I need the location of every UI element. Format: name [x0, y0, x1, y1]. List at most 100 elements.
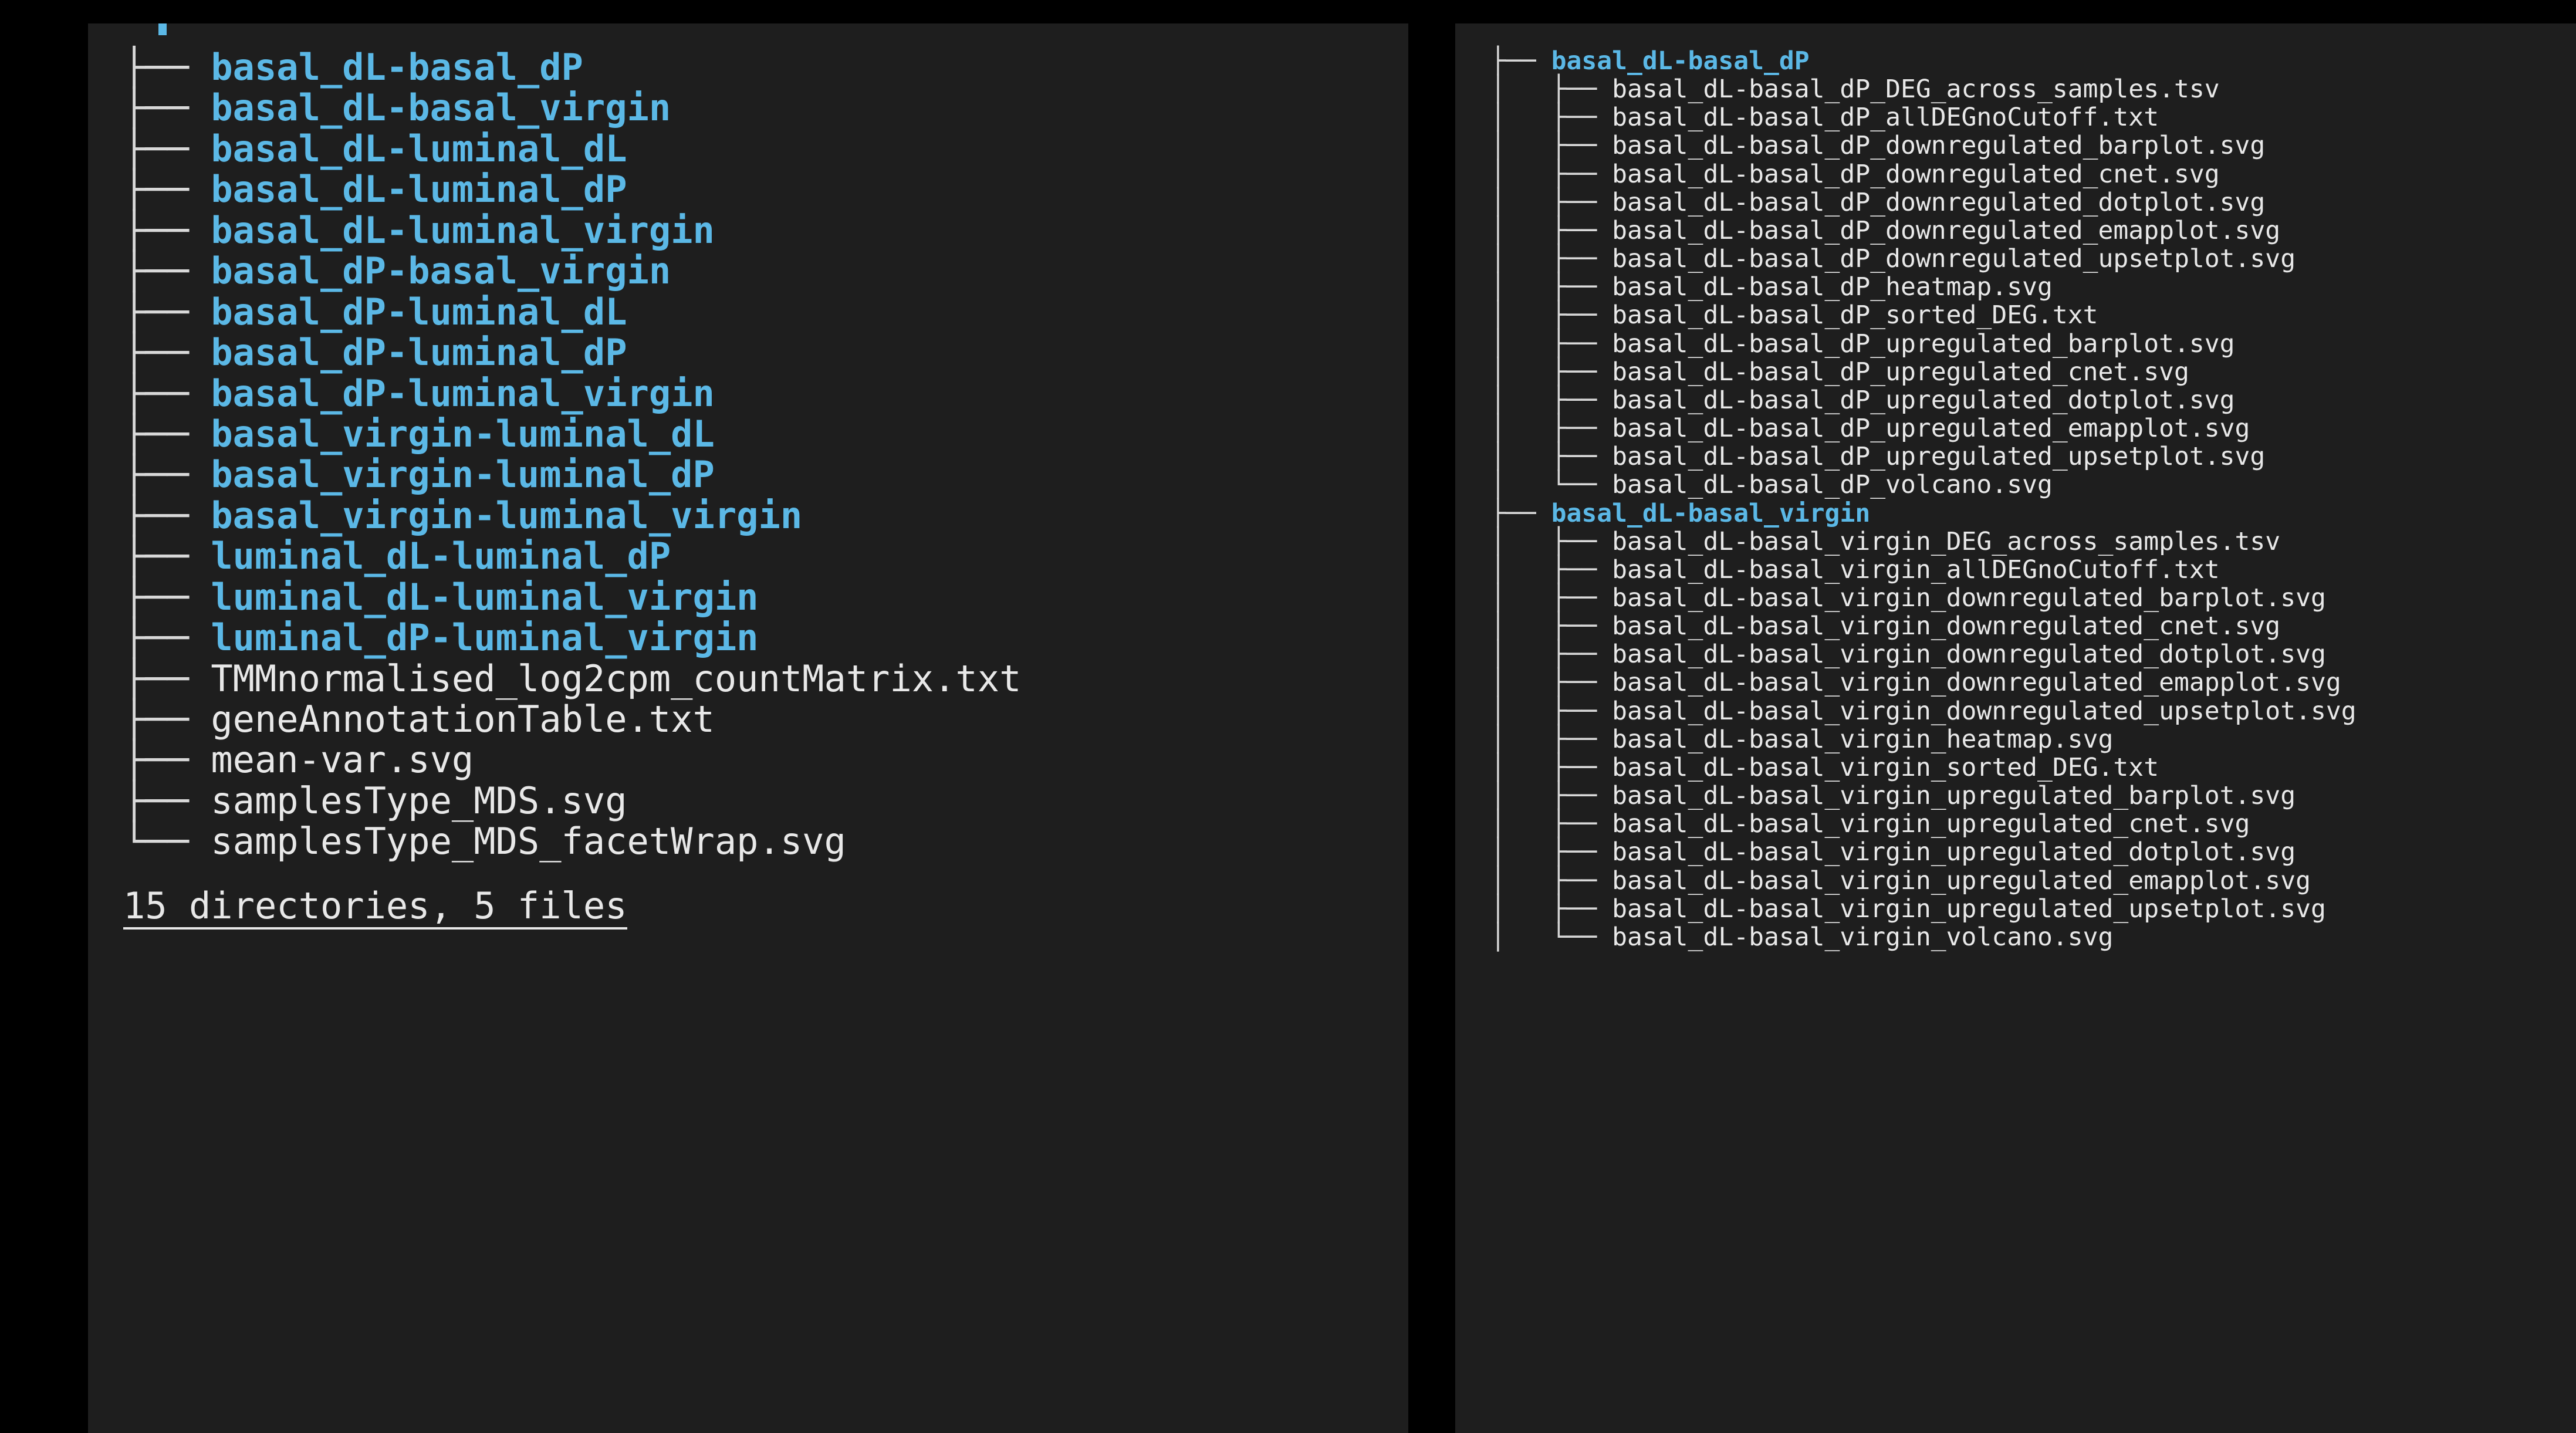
tree-branch-icon: └── [123, 820, 211, 863]
file-name: basal_dL-basal_dP_downregulated_cnet.svg [1612, 160, 2220, 189]
tree-branch-icon: ├── [123, 535, 211, 577]
tree-file: │ ├── basal_dL-basal_virgin_downregulate… [1490, 612, 2564, 640]
tree-branch-icon: ├── [123, 168, 211, 211]
tree-directory: ├── basal_dL-basal_dP [123, 47, 1397, 87]
tree-branch-icon: │ ├── [1490, 386, 1612, 415]
tree-file: │ ├── basal_dL-basal_dP_upregulated_barp… [1490, 330, 2564, 358]
file-name: basal_dL-basal_dP_upregulated_barplot.sv… [1612, 329, 2234, 359]
directory-name: basal_dL-luminal_dL [211, 127, 627, 170]
tree-file: │ ├── basal_dL-basal_dP_downregulated_ba… [1490, 131, 2564, 160]
file-name: basal_dL-basal_virgin_downregulated_emap… [1612, 668, 2341, 697]
tree-branch-icon: │ ├── [1490, 555, 1612, 584]
tree-directory: ├── basal_virgin-luminal_dL [123, 414, 1397, 454]
file-name: basal_dL-basal_dP_upregulated_upsetplot.… [1612, 442, 2265, 471]
file-name: mean-var.svg [211, 738, 474, 781]
tree-branch-icon: │ ├── [1490, 103, 1612, 132]
directory-name: basal_virgin-luminal_virgin [211, 494, 802, 537]
tree-branch-icon: │ ├── [1490, 640, 1612, 669]
file-name: basal_dL-basal_virgin_volcano.svg [1612, 922, 2113, 952]
tree-directory: ├── basal_dP-luminal_dP [123, 332, 1397, 373]
directory-name: basal_dP-luminal_dP [211, 331, 627, 374]
tree-file: │ └── basal_dL-basal_dP_volcano.svg [1490, 471, 2564, 499]
file-name: basal_dL-basal_dP_downregulated_barplot.… [1612, 131, 2265, 160]
tree-branch-icon: │ ├── [1490, 329, 1612, 359]
left-terminal-panel[interactable]: ├── basal_dL-basal_dP├── basal_dL-basal_… [88, 23, 1408, 1433]
tree-branch-icon: │ ├── [1490, 611, 1612, 641]
tree-file: ├── samplesType_MDS.svg [123, 780, 1397, 821]
file-name: basal_dL-basal_virgin_downregulated_barp… [1612, 583, 2326, 613]
file-name: geneAnnotationTable.txt [211, 698, 715, 741]
file-name: basal_dL-basal_virgin_DEG_across_samples… [1612, 527, 2280, 556]
tree-directory: ├── luminal_dL-luminal_dP [123, 536, 1397, 576]
tree-file: ├── TMMnormalised_log2cpm_countMatrix.tx… [123, 658, 1397, 699]
directory-name: basal_virgin-luminal_dL [211, 413, 715, 455]
directory-name: basal_dP-luminal_virgin [211, 372, 715, 415]
tree-branch-icon: ├── [123, 86, 211, 129]
file-name: basal_dL-basal_dP_upregulated_dotplot.sv… [1612, 386, 2234, 415]
tree-branch-icon: │ ├── [1490, 244, 1612, 273]
tree-branch-icon: ├── [1490, 499, 1551, 528]
directory-name: basal_dL-basal_virgin [1551, 499, 1871, 528]
tree-file: │ ├── basal_dL-basal_dP_heatmap.svg [1490, 273, 2564, 301]
tree-directory: ├── basal_virgin-luminal_dP [123, 454, 1397, 495]
tree-branch-icon: ├── [123, 576, 211, 619]
tree-branch-icon: │ ├── [1490, 160, 1612, 189]
tree-file: │ ├── basal_dL-basal_dP_upregulated_cnet… [1490, 358, 2564, 386]
tree-branch-icon: ├── [123, 616, 211, 659]
tree-directory: ├── basal_virgin-luminal_virgin [123, 495, 1397, 536]
tree-file: └── samplesType_MDS_facetWrap.svg [123, 821, 1397, 861]
tree-branch-icon: │ └── [1490, 922, 1612, 952]
tree-branch-icon: │ ├── [1490, 753, 1612, 782]
tree-file: │ ├── basal_dL-basal_dP_downregulated_up… [1490, 245, 2564, 273]
file-name: basal_dL-basal_virgin_heatmap.svg [1612, 725, 2113, 754]
tree-file: ├── geneAnnotationTable.txt [123, 699, 1397, 739]
tree-branch-icon: ├── [123, 698, 211, 741]
tree-branch-icon: │ ├── [1490, 697, 1612, 726]
file-name: basal_dL-basal_virgin_upregulated_cnet.s… [1612, 809, 2250, 839]
tree-file: │ ├── basal_dL-basal_dP_sorted_DEG.txt [1490, 301, 2564, 329]
directory-name: luminal_dP-luminal_virgin [211, 616, 758, 659]
file-name: basal_dL-basal_virgin_upregulated_upsetp… [1612, 894, 2326, 924]
tree-directory: ├── basal_dL-basal_virgin [123, 87, 1397, 128]
tree-branch-icon: │ ├── [1490, 75, 1612, 104]
tree-file: │ ├── basal_dL-basal_virgin_downregulate… [1490, 697, 2564, 725]
tree-file: │ └── basal_dL-basal_virgin_volcano.svg [1490, 923, 2564, 951]
tree-file: │ ├── basal_dL-basal_dP_allDEGnoCutoff.t… [1490, 103, 2564, 131]
cursor-indicator [158, 23, 167, 35]
tree-directory: ├── basal_dL-basal_virgin [1490, 499, 2564, 528]
right-terminal-panel[interactable]: ├── basal_dL-basal_dP│ ├── basal_dL-basa… [1455, 23, 2576, 1433]
file-name: basal_dL-basal_dP_sorted_DEG.txt [1612, 300, 2098, 330]
tree-output-left: ├── basal_dL-basal_dP├── basal_dL-basal_… [123, 47, 1397, 862]
tree-file: │ ├── basal_dL-basal_virgin_upregulated_… [1490, 867, 2564, 895]
tree-directory: ├── basal_dL-basal_dP [1490, 47, 2564, 75]
file-name: TMMnormalised_log2cpm_countMatrix.txt [211, 657, 1021, 700]
tree-directory: ├── basal_dL-luminal_dL [123, 129, 1397, 169]
tree-branch-icon: │ ├── [1490, 809, 1612, 839]
file-name: basal_dL-basal_virgin_upregulated_emappl… [1612, 866, 2311, 895]
directory-name: basal_dP-basal_virgin [211, 249, 671, 292]
file-name: basal_dL-basal_virgin_upregulated_barplo… [1612, 781, 2296, 810]
directory-name: basal_dL-luminal_virgin [211, 209, 715, 252]
tree-branch-icon: │ ├── [1490, 725, 1612, 754]
file-name: basal_dL-basal_virgin_allDEGnoCutoff.txt [1612, 555, 2220, 584]
directory-name: luminal_dL-luminal_virgin [211, 576, 758, 619]
directory-name: basal_virgin-luminal_dP [211, 453, 715, 496]
directory-name: basal_dL-basal_virgin [211, 86, 671, 129]
directory-name: basal_dL-basal_dP [211, 46, 583, 89]
file-name: basal_dL-basal_dP_downregulated_upsetplo… [1612, 244, 2296, 273]
tree-branch-icon: │ ├── [1490, 894, 1612, 924]
tree-branch-icon: ├── [123, 779, 211, 822]
tree-branch-icon: ├── [123, 46, 211, 89]
tree-summary: 15 directories, 5 files [123, 886, 627, 930]
tree-branch-icon: ├── [123, 657, 211, 700]
tree-branch-icon: │ ├── [1490, 131, 1612, 160]
tree-directory: ├── luminal_dL-luminal_virgin [123, 577, 1397, 617]
file-name: basal_dL-basal_virgin_downregulated_upse… [1612, 697, 2357, 726]
tree-branch-icon: ├── [123, 290, 211, 333]
tree-file: │ ├── basal_dL-basal_virgin_upregulated_… [1490, 782, 2564, 810]
tree-branch-icon: ├── [1490, 46, 1551, 76]
tree-branch-icon: ├── [123, 413, 211, 455]
file-name: basal_dL-basal_virgin_downregulated_dotp… [1612, 640, 2326, 669]
tree-branch-icon: │ ├── [1490, 866, 1612, 895]
tree-file: │ ├── basal_dL-basal_virgin_downregulate… [1490, 640, 2564, 668]
